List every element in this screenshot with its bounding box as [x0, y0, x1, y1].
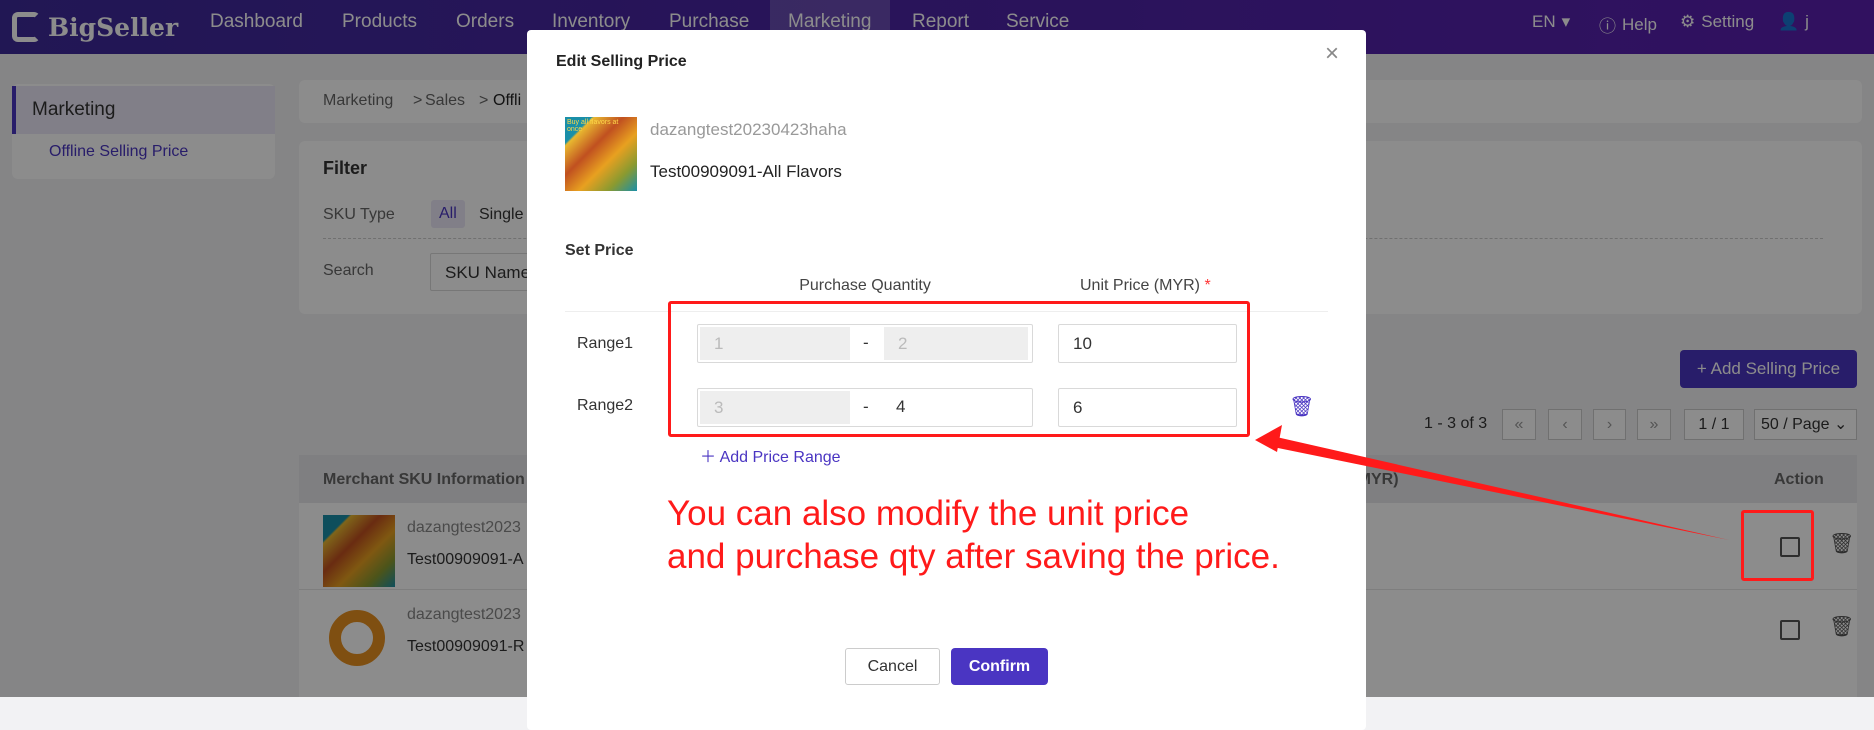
- arrow-shaft: [1268, 436, 1729, 540]
- annotation-arrow: [1255, 425, 1729, 540]
